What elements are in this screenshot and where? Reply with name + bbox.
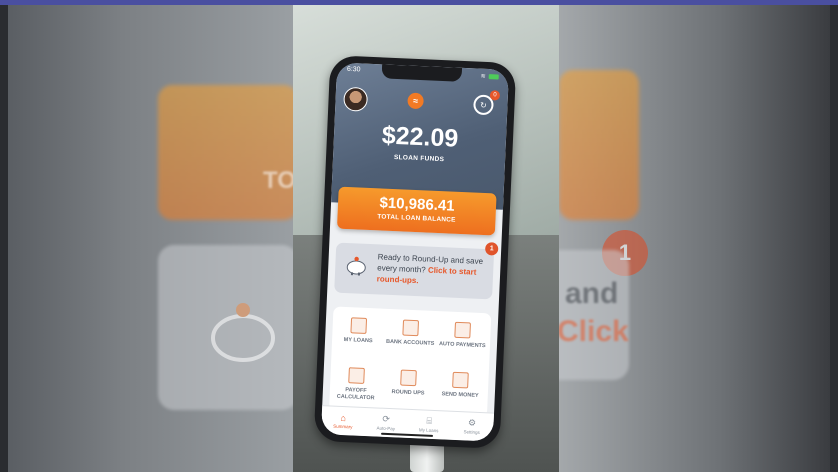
bank-icon: ⌸ <box>426 415 433 426</box>
tile-label: SEND MONEY <box>441 391 479 399</box>
tile-my-loans[interactable]: MY LOANS <box>332 316 385 345</box>
blurred-loan-card <box>158 85 293 220</box>
history-badge: 0 <box>489 90 501 101</box>
blurred-piggy-icon <box>211 303 275 362</box>
battery-icon <box>488 73 499 80</box>
bank-icon <box>402 319 420 337</box>
wifi-icon: ≋ <box>480 73 486 80</box>
blurred-roundup-link: Click <box>559 315 629 348</box>
tile-label: MY LOANS <box>343 336 373 345</box>
phone-screen: 6:30 ≋ ≈ ↻ 0 $22.09 SLOAN FUNDS $10,986.… <box>320 62 510 442</box>
notch <box>381 64 463 82</box>
tab-bar: ⌂ Summary ⟳ Auto-Pay ⌸ My Loans ⚙ Settin… <box>320 405 495 442</box>
tab-auto-pay[interactable]: ⟳ Auto-Pay <box>364 413 408 432</box>
roundup-message: Ready to Round-Up and save every month? … <box>377 251 488 289</box>
tile-payoff-calculator[interactable]: PAYOFF CALCULATOR <box>329 366 383 402</box>
tile-round-ups[interactable]: ROUND UPS <box>382 369 435 398</box>
home-indicator <box>380 432 434 437</box>
blurred-background-left: TOT <box>8 5 293 472</box>
auto-payment-icon <box>454 321 472 339</box>
money-icon <box>452 371 470 389</box>
blurred-loan-label: TOT <box>263 167 293 194</box>
piggy-bank-icon <box>346 256 366 276</box>
sloan-logo-icon: ≈ <box>407 92 424 110</box>
tile-label: ROUND UPS <box>391 389 425 397</box>
funds-amount: $22.09 <box>381 121 459 153</box>
tile-label: BANK ACCOUNTS <box>385 338 435 347</box>
tab-settings[interactable]: ⚙ Settings <box>450 417 494 436</box>
tab-label: My Loans <box>418 427 439 434</box>
home-icon: ⌂ <box>340 412 347 424</box>
tile-bank-accounts[interactable]: BANK ACCOUNTS <box>384 319 437 348</box>
phone-device: 6:30 ≋ ≈ ↻ 0 $22.09 SLOAN FUNDS $10,986.… <box>313 55 517 449</box>
phone-photo: 6:30 ≋ ≈ ↻ 0 $22.09 SLOAN FUNDS $10,986.… <box>293 5 559 472</box>
video-frame: TOT 1 and Click 6:30 ≋ <box>0 5 838 472</box>
blurred-loan-card <box>559 70 639 220</box>
tab-label: Summary <box>333 423 353 430</box>
tile-send-money[interactable]: SEND MONEY <box>434 371 487 400</box>
loans-icon <box>350 317 368 334</box>
tab-my-loans[interactable]: ⌸ My Loans <box>407 415 451 434</box>
tab-summary[interactable]: ⌂ Summary <box>321 412 365 430</box>
calculator-icon <box>348 367 365 384</box>
status-icons: ≋ <box>481 73 499 81</box>
auto-pay-icon: ⟳ <box>382 413 391 425</box>
roundup-card[interactable]: 1 Ready to Round-Up and save every month… <box>334 242 499 300</box>
blurred-background-right: 1 and Click <box>559 5 830 472</box>
quick-actions-grid: MY LOANS BANK ACCOUNTS AUTO PAYMENTS PAY… <box>329 306 492 418</box>
tile-auto-payments[interactable]: AUTO PAYMENTS <box>436 321 489 350</box>
tab-label: Auto-Pay <box>376 425 396 432</box>
tile-label: PAYOFF CALCULATOR <box>336 387 375 402</box>
tab-label: Settings <box>463 429 480 435</box>
gear-icon: ⚙ <box>467 417 477 428</box>
roundup-badge: 1 <box>484 242 499 256</box>
piggy-bank-icon <box>400 369 418 387</box>
loan-balance-card[interactable]: $10,986.41 TOTAL LOAN BALANCE <box>336 186 497 236</box>
tile-label: AUTO PAYMENTS <box>438 341 486 350</box>
avatar[interactable] <box>343 86 369 112</box>
blurred-roundup-text: and <box>565 277 619 310</box>
status-time: 6:30 <box>346 65 361 74</box>
